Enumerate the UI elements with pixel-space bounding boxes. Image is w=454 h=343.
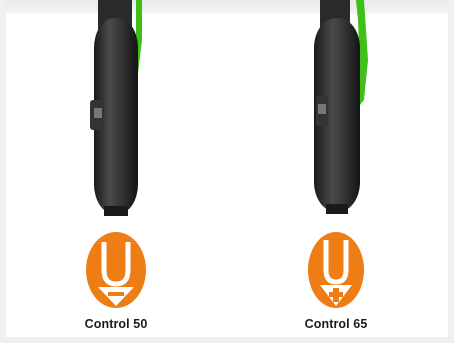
page: Control 50 Control 65 (0, 0, 454, 343)
wheel-image (90, 0, 142, 216)
panel-control-50: Control 50 (36, 0, 196, 343)
label-control-65: Control 65 (304, 317, 368, 331)
wheel-image (314, 0, 368, 214)
label-control-50: Control 50 (84, 317, 148, 331)
panel-control-65: Control 65 (256, 0, 416, 343)
plus-icon (308, 232, 364, 308)
minus-icon (86, 232, 146, 308)
